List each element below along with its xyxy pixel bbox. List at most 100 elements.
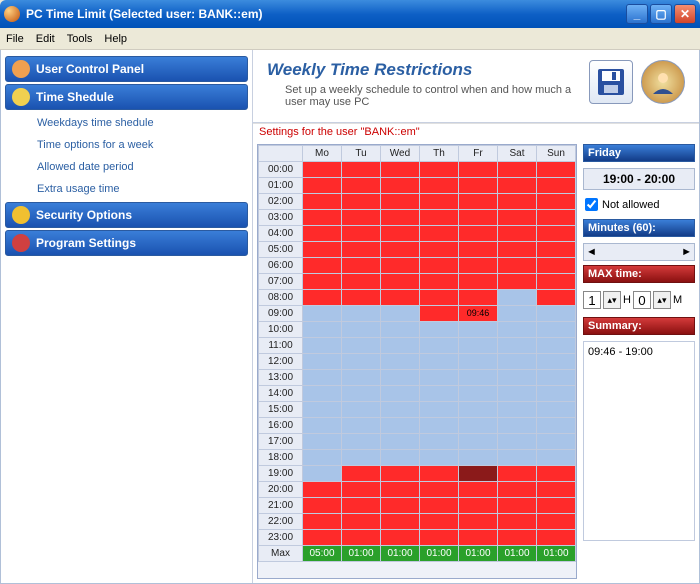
schedule-cell[interactable] [537, 226, 576, 242]
schedule-cell[interactable] [303, 498, 342, 514]
schedule-cell[interactable] [537, 370, 576, 386]
schedule-cell[interactable] [342, 162, 381, 178]
schedule-cell[interactable] [537, 498, 576, 514]
schedule-cell[interactable] [420, 466, 459, 482]
schedule-cell[interactable] [342, 210, 381, 226]
schedule-cell[interactable] [342, 418, 381, 434]
schedule-cell[interactable] [381, 514, 420, 530]
schedule-cell[interactable] [342, 322, 381, 338]
schedule-cell[interactable] [498, 322, 537, 338]
schedule-cell[interactable] [303, 354, 342, 370]
scroll-left-icon[interactable]: ◄ [586, 246, 597, 258]
schedule-cell[interactable] [498, 514, 537, 530]
schedule-cell[interactable] [498, 450, 537, 466]
schedule-cell[interactable] [303, 162, 342, 178]
schedule-cell[interactable] [537, 354, 576, 370]
close-button[interactable]: ✕ [674, 4, 696, 24]
sidebar-header-3[interactable]: Program Settings [5, 230, 248, 256]
schedule-cell[interactable] [537, 450, 576, 466]
schedule-cell[interactable] [303, 178, 342, 194]
schedule-cell[interactable] [498, 418, 537, 434]
save-button[interactable] [589, 60, 633, 104]
schedule-cell[interactable] [381, 482, 420, 498]
schedule-cell[interactable] [537, 530, 576, 546]
schedule-cell[interactable] [303, 322, 342, 338]
schedule-cell[interactable] [381, 354, 420, 370]
schedule-cell[interactable] [381, 530, 420, 546]
schedule-cell[interactable] [303, 402, 342, 418]
schedule-cell[interactable] [342, 498, 381, 514]
sidebar-header-0[interactable]: User Control Panel [5, 56, 248, 82]
schedule-cell[interactable] [420, 418, 459, 434]
schedule-cell[interactable] [459, 226, 498, 242]
schedule-cell[interactable] [459, 178, 498, 194]
schedule-cell[interactable] [420, 514, 459, 530]
schedule-cell[interactable] [342, 274, 381, 290]
schedule-cell[interactable] [342, 450, 381, 466]
schedule-cell[interactable] [498, 370, 537, 386]
schedule-cell[interactable] [342, 402, 381, 418]
sidebar-item-1-1[interactable]: Time options for a week [1, 134, 252, 156]
schedule-cell[interactable] [420, 386, 459, 402]
schedule-cell[interactable] [537, 322, 576, 338]
schedule-cell[interactable] [498, 178, 537, 194]
schedule-cell[interactable] [303, 338, 342, 354]
schedule-cell[interactable] [459, 514, 498, 530]
schedule-cell[interactable] [459, 370, 498, 386]
max-cell[interactable]: 01:00 [459, 546, 498, 562]
max-cell[interactable]: 01:00 [420, 546, 459, 562]
schedule-cell[interactable] [303, 258, 342, 274]
max-cell[interactable]: 01:00 [537, 546, 576, 562]
schedule-cell[interactable] [381, 498, 420, 514]
schedule-cell[interactable] [342, 530, 381, 546]
schedule-cell[interactable] [537, 274, 576, 290]
schedule-cell[interactable] [537, 210, 576, 226]
schedule-cell[interactable] [537, 402, 576, 418]
schedule-cell[interactable] [381, 434, 420, 450]
schedule-cell[interactable] [459, 162, 498, 178]
schedule-cell[interactable] [303, 482, 342, 498]
schedule-cell[interactable] [420, 354, 459, 370]
schedule-cell[interactable] [420, 162, 459, 178]
schedule-cell[interactable] [459, 402, 498, 418]
max-cell[interactable]: 01:00 [381, 546, 420, 562]
schedule-cell[interactable] [381, 162, 420, 178]
schedule-cell[interactable] [420, 194, 459, 210]
schedule-cell[interactable] [381, 274, 420, 290]
schedule-cell[interactable] [498, 274, 537, 290]
sidebar-header-1[interactable]: Time Shedule [5, 84, 248, 110]
schedule-cell[interactable] [537, 258, 576, 274]
schedule-cell[interactable] [537, 194, 576, 210]
schedule-cell[interactable] [342, 242, 381, 258]
max-cell[interactable]: 05:00 [303, 546, 342, 562]
schedule-cell[interactable] [459, 434, 498, 450]
schedule-cell[interactable] [381, 290, 420, 306]
schedule-cell[interactable] [303, 434, 342, 450]
schedule-cell[interactable] [498, 242, 537, 258]
user-avatar-button[interactable] [641, 60, 685, 104]
menu-edit[interactable]: Edit [36, 33, 55, 45]
schedule-cell[interactable] [537, 242, 576, 258]
schedule-cell[interactable] [381, 210, 420, 226]
schedule-cell[interactable] [342, 370, 381, 386]
schedule-cell[interactable] [537, 434, 576, 450]
schedule-cell[interactable] [459, 466, 498, 482]
schedule-cell[interactable] [303, 194, 342, 210]
schedule-cell[interactable] [537, 386, 576, 402]
schedule-cell[interactable] [303, 242, 342, 258]
menu-help[interactable]: Help [104, 33, 127, 45]
schedule-cell[interactable] [537, 178, 576, 194]
schedule-cell[interactable] [381, 370, 420, 386]
schedule-cell[interactable] [381, 178, 420, 194]
schedule-cell[interactable] [420, 530, 459, 546]
schedule-cell[interactable] [420, 258, 459, 274]
schedule-cell[interactable] [420, 274, 459, 290]
schedule-cell[interactable] [498, 466, 537, 482]
schedule-cell[interactable] [459, 530, 498, 546]
schedule-cell[interactable] [342, 338, 381, 354]
schedule-cell[interactable] [303, 530, 342, 546]
schedule-cell[interactable] [420, 450, 459, 466]
schedule-cell[interactable] [420, 322, 459, 338]
minutes-scrollbar[interactable]: ◄ ► [583, 243, 695, 261]
schedule-cell[interactable] [498, 338, 537, 354]
